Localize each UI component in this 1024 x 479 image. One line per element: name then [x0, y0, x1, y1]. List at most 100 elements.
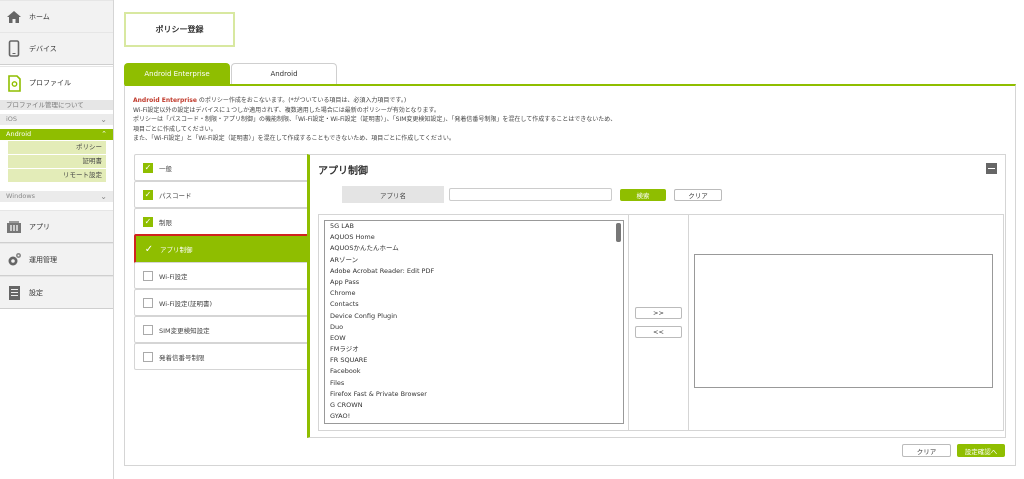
- app-list-item[interactable]: AQUOSかんたんホーム: [325, 243, 623, 254]
- check-item-label: パスコード: [159, 191, 192, 200]
- check-item-label: 発着信番号制限: [159, 353, 205, 362]
- app-list-item[interactable]: Facebook: [325, 366, 623, 377]
- app-list-item[interactable]: EOW: [325, 333, 623, 344]
- check-item-label: SIM変更検知設定: [159, 326, 210, 335]
- app-list-item[interactable]: FR SQUARE: [325, 355, 623, 366]
- checkbox-icon: [143, 270, 153, 281]
- checkbox-checked-icon: ✓: [143, 189, 153, 200]
- nav-devices[interactable]: デバイス: [0, 32, 113, 65]
- os-windows[interactable]: Windows ⌄: [0, 191, 113, 202]
- check-item-general[interactable]: ✓ 一般: [134, 154, 309, 181]
- app-list-item[interactable]: Contacts: [325, 299, 623, 310]
- confirm-settings-button[interactable]: 設定確認へ: [957, 444, 1005, 457]
- sidebar-item-policy[interactable]: ポリシー: [8, 141, 106, 154]
- app-list-item[interactable]: Duo: [325, 322, 623, 333]
- note-highlight: Android Enterprise: [133, 97, 197, 104]
- gear-icon: [5, 251, 23, 269]
- check-item-call-restriction[interactable]: 発着信番号制限: [134, 343, 309, 370]
- chevron-down-icon: ⌄: [100, 115, 107, 124]
- app-list-item[interactable]: G CROWN: [325, 400, 623, 411]
- tab-android-enterprise[interactable]: Android Enterprise: [124, 63, 230, 84]
- app-list-item[interactable]: Chrome: [325, 288, 623, 299]
- app-list-item[interactable]: 5G LAB: [325, 221, 623, 232]
- clear-button[interactable]: クリア: [902, 444, 951, 457]
- check-item-label: Wi-Fi設定(証明書): [159, 299, 213, 308]
- sidebar: ホーム デバイス プロファイル プロファイル管理について iOS ⌄ Andro…: [0, 0, 114, 479]
- app-control-panel: アプリ制御 アプリ名 検索 クリア 5G LAB AQUOS Home AQUOSか…: [307, 154, 1006, 438]
- app-transfer-area: 5G LAB AQUOS Home AQUOSかんたんホーム ARゾーン Adobe A…: [318, 214, 1004, 431]
- checkbox-checked-icon: ✓: [143, 162, 153, 173]
- check-item-label: 制限: [159, 218, 172, 227]
- nav-home-label: ホーム: [29, 12, 50, 21]
- os-android[interactable]: Android ⌃: [0, 129, 113, 140]
- app-control-title: アプリ制御: [318, 166, 368, 177]
- profile-icon: [5, 74, 23, 92]
- home-icon: [5, 8, 23, 26]
- app-list-item[interactable]: Device Config Plugin: [325, 311, 623, 322]
- clear-search-button[interactable]: クリア: [674, 189, 722, 201]
- app-name-input[interactable]: [449, 188, 612, 201]
- selected-apps-list[interactable]: [694, 254, 993, 388]
- check-item-restrictions[interactable]: ✓ 制限: [134, 208, 309, 235]
- page-title: ポリシー登録: [124, 12, 235, 47]
- check-item-sim-detect[interactable]: SIM変更検知設定: [134, 316, 309, 343]
- apps-icon: [5, 218, 23, 236]
- collapse-icon[interactable]: [986, 163, 997, 174]
- os-windows-label: Windows: [6, 192, 36, 200]
- check-item-passcode[interactable]: ✓ パスコード: [134, 181, 309, 208]
- nav-home[interactable]: ホーム: [0, 0, 113, 33]
- app-list-items: 5G LAB AQUOS Home AQUOSかんたんホーム ARゾーン Adobe A…: [325, 221, 623, 422]
- checkbox-icon: [143, 324, 153, 335]
- available-apps-list[interactable]: 5G LAB AQUOS Home AQUOSかんたんホーム ARゾーン Adobe A…: [324, 220, 624, 424]
- check-item-wifi-cert[interactable]: Wi-Fi設定(証明書): [134, 289, 309, 316]
- app-list-item[interactable]: GYAO!: [325, 411, 623, 422]
- os-android-label: Android: [6, 130, 32, 138]
- nav-apps[interactable]: アプリ: [0, 210, 113, 243]
- nav-apps-label: アプリ: [29, 222, 50, 231]
- app-list-item[interactable]: Firefox Fast & Private Browser: [325, 389, 623, 400]
- nav-profiles[interactable]: プロファイル: [0, 66, 113, 99]
- sidebar-item-remote-settings[interactable]: リモート設定: [8, 169, 106, 182]
- note-line-4: 項目ごとに作成してください。: [133, 125, 217, 133]
- check-item-label: 一般: [159, 164, 172, 173]
- app-list-item[interactable]: AQUOS Home: [325, 232, 623, 243]
- app-list-item[interactable]: App Pass: [325, 277, 623, 288]
- note-line-1: のポリシー作成をおこないます。(*がついている項目は、必須入力項目です。): [198, 97, 407, 104]
- nav-settings[interactable]: 設定: [0, 276, 113, 309]
- device-icon: [5, 40, 23, 58]
- document-icon: [5, 284, 23, 302]
- app-name-label: アプリ名: [342, 186, 444, 203]
- chevron-up-icon: ⌃: [101, 130, 107, 138]
- nav-operations[interactable]: 運用管理: [0, 243, 113, 276]
- check-item-app-control[interactable]: ✓ アプリ制御: [134, 234, 309, 264]
- search-button[interactable]: 検索: [620, 189, 666, 201]
- os-ios-label: iOS: [6, 115, 18, 123]
- note-line-2: Wi-Fi設定以外の設定はデバイスに１つしか適用されず、複数適用した場合には最新…: [133, 106, 440, 114]
- sidebar-item-certificate[interactable]: 証明書: [8, 155, 106, 168]
- checkbox-icon: [143, 351, 153, 362]
- app-list-item[interactable]: Adobe Acrobat Reader: Edit PDF: [325, 266, 623, 277]
- check-item-wifi[interactable]: Wi-Fi設定: [134, 262, 309, 289]
- nav-operations-label: 運用管理: [29, 255, 57, 264]
- nav-settings-label: 設定: [29, 288, 43, 297]
- tab-android[interactable]: Android: [231, 63, 337, 84]
- checkmark-icon: ✓: [144, 243, 154, 255]
- checkbox-icon: [143, 297, 153, 308]
- check-item-label: Wi-Fi設定: [159, 272, 188, 281]
- app-list-item[interactable]: Files: [325, 378, 623, 389]
- app-list-item[interactable]: ARゾーン: [325, 255, 623, 266]
- policy-notes: Android Enterprise のポリシー作成をおこないます。(*がついて…: [133, 96, 616, 144]
- add-app-button[interactable]: >>: [635, 307, 682, 319]
- transfer-buttons-pane: >> <<: [629, 215, 689, 430]
- nav-devices-label: デバイス: [29, 44, 57, 53]
- note-line-3: ポリシーは「パスコード・制限・アプリ制御」の機能制限、「Wi-Fi設定・Wi-F…: [133, 116, 617, 123]
- nav-profiles-label: プロファイル: [29, 79, 71, 87]
- chevron-down-icon: ⌄: [100, 192, 107, 201]
- available-apps-pane: 5G LAB AQUOS Home AQUOSかんたんホーム ARゾーン Adobe A…: [319, 215, 629, 430]
- scrollbar-thumb[interactable]: [616, 223, 621, 242]
- os-ios[interactable]: iOS ⌄: [0, 114, 113, 125]
- remove-app-button[interactable]: <<: [635, 326, 682, 338]
- note-line-5: また、「Wi-Fi設定」と「Wi-Fi設定（証明書）」を混在して作成することもで…: [133, 135, 455, 142]
- app-list-item[interactable]: FMラジオ: [325, 344, 623, 355]
- profile-about-link[interactable]: プロファイル管理について: [0, 100, 113, 111]
